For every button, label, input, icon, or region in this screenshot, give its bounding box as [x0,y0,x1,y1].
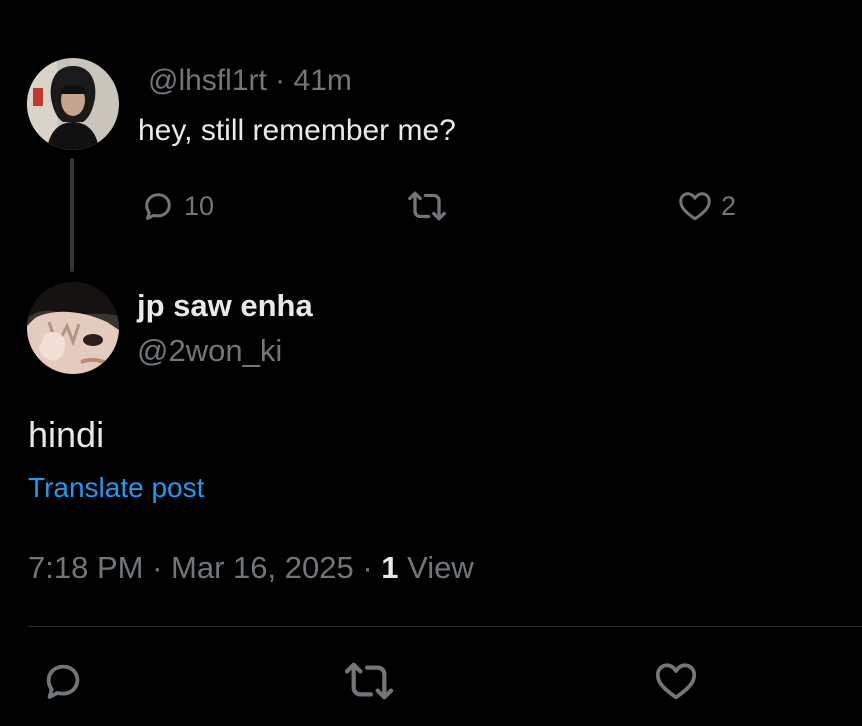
author-avatar[interactable] [27,282,119,374]
parent-repost-button[interactable] [406,188,456,224]
reply-icon [140,188,176,224]
parent-reply-count: 10 [184,190,215,221]
author-handle[interactable]: @2won_ki [137,333,282,369]
reply-icon [40,664,86,708]
author-display-name[interactable]: jp saw enha [137,288,313,324]
parent-post-meta: @lhsfl1rt · 41m [148,64,352,98]
post-timestamp-row: 7:18 PM · Mar 16, 2025 · 1 View [28,550,474,586]
parent-reply-button[interactable]: 10 [140,188,214,224]
views-label: View [407,550,474,585]
translate-post-link[interactable]: Translate post [28,472,204,504]
parent-like-button[interactable]: 2 [677,188,736,224]
heart-icon [677,188,713,224]
action-bar-divider [28,626,862,627]
post-time[interactable]: 7:18 PM [28,550,143,585]
parent-like-count: 2 [721,190,737,221]
parent-post-text: hey, still remember me? [138,114,456,147]
repost-icon [342,662,396,708]
views-count: 1 [381,550,399,585]
parent-post-time[interactable]: 41m [294,64,352,97]
post-date[interactable]: Mar 16, 2025 [171,550,354,585]
timestamp-separator: · [152,550,163,585]
parent-time-separator: · [275,64,286,97]
thread-connector-line [70,158,74,272]
repost-button[interactable] [342,658,396,709]
views-separator: · [362,550,373,585]
repost-icon [406,188,448,224]
heart-icon [653,663,699,708]
like-button[interactable] [653,658,699,709]
reply-button[interactable] [40,658,86,709]
post-text: hindi [28,414,105,455]
parent-avatar[interactable] [27,58,119,150]
parent-handle[interactable]: @lhsfl1rt [148,64,267,97]
